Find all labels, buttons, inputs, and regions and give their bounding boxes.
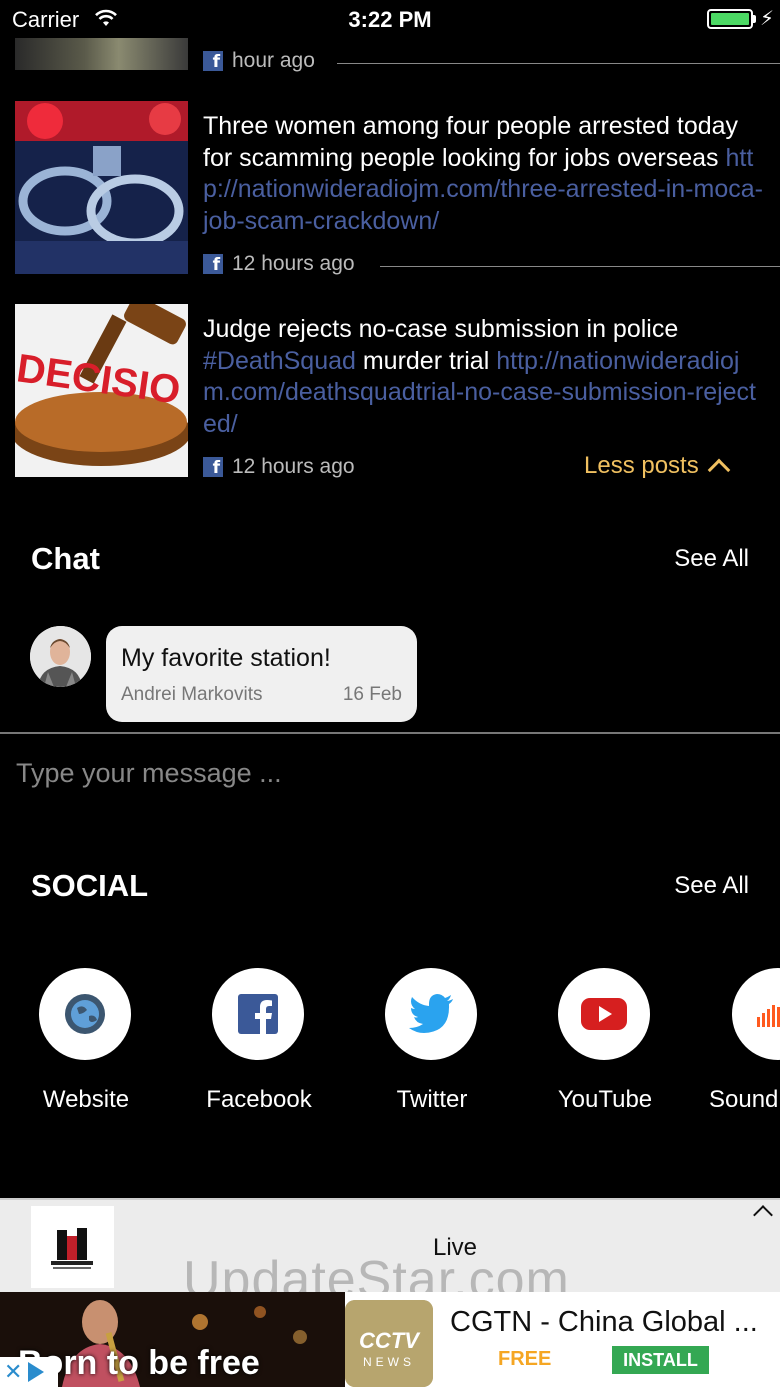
feed-post[interactable]: DECISIO Judge rejects no-case submission… (0, 0, 780, 490)
chat-message[interactable]: My favorite station! Andrei Markovits 16… (106, 626, 417, 722)
hashtag-link[interactable]: #DeathSquad (203, 347, 356, 375)
social-label: Sound (709, 1086, 779, 1113)
facebook-icon (238, 994, 278, 1034)
soundcloud-icon (757, 1005, 780, 1027)
svg-text:NEWS: NEWS (363, 1355, 415, 1369)
post-thumbnail: DECISIO (15, 304, 188, 477)
svg-text:CCTV: CCTV (359, 1328, 421, 1353)
chat-message-date: 16 Feb (342, 684, 402, 705)
youtube-icon (581, 998, 627, 1030)
globe-icon (65, 994, 105, 1034)
decision-gavel-image: DECISIO (15, 304, 188, 477)
social-title: SOCIAL (31, 868, 149, 903)
social-label: YouTube (557, 1086, 653, 1113)
chat-divider (0, 732, 780, 734)
post-text: Judge rejects no-case submission in poli… (203, 315, 757, 438)
chat-title: Chat (31, 541, 100, 576)
ad-price: FREE (498, 1348, 552, 1370)
chevron-up-icon (707, 458, 731, 482)
adchoices-icon[interactable]: ✕ (0, 1357, 58, 1387)
ad-install-button[interactable]: INSTALL (612, 1346, 709, 1374)
chat-message-input[interactable]: Type your message ... (16, 758, 756, 789)
ad-app-icon: CCTV NEWS (345, 1300, 433, 1387)
chat-see-all-button[interactable]: See All (674, 545, 749, 573)
avatar[interactable] (30, 626, 91, 687)
ad-banner[interactable]: Born to be free ✕ CCTV NEWS CGTN - China… (0, 1292, 780, 1387)
chat-message-author: Andrei Markovits (121, 684, 263, 705)
social-see-all-button[interactable]: See All (674, 872, 749, 900)
close-icon[interactable]: ✕ (4, 1359, 22, 1385)
post-time: 12 hours ago (232, 455, 355, 478)
social-label: Facebook (206, 1086, 312, 1113)
chevron-up-icon[interactable] (753, 1205, 773, 1225)
social-label: Website (42, 1086, 130, 1113)
social-label: Twitter (396, 1086, 468, 1113)
ad-app-name: CGTN - China Global ... (450, 1306, 758, 1338)
facebook-small-icon: f (203, 457, 223, 477)
adchoices-triangle-icon (28, 1362, 45, 1382)
twitter-icon (409, 994, 453, 1033)
chat-message-text: My favorite station! (121, 644, 331, 672)
less-posts-button[interactable]: Less posts (584, 452, 731, 482)
